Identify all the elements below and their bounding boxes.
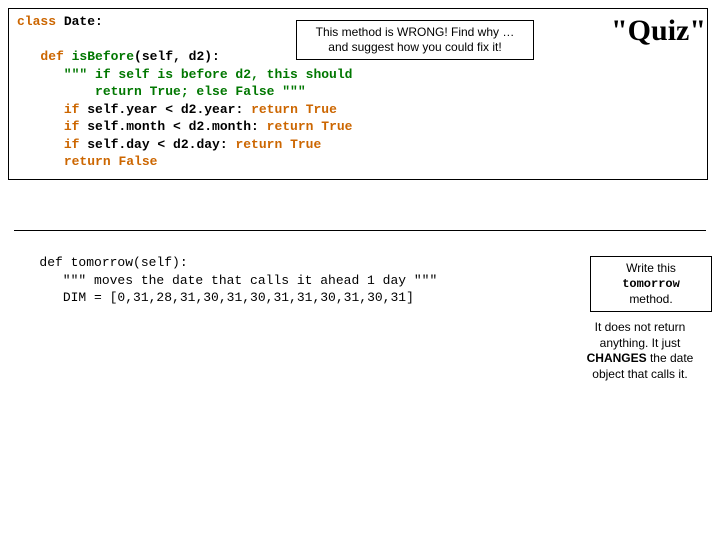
class-name: Date: <box>56 14 103 29</box>
code-block-tomorrow: def tomorrow(self): """ moves the date t… <box>8 250 584 315</box>
callout-wrong-method: This method is WRONG! Find why … and sug… <box>296 20 534 60</box>
callout-line: This method is WRONG! Find why … <box>305 25 525 40</box>
docstring-line: """ moves the date that calls it ahead 1… <box>16 273 437 288</box>
quiz-title: "Quiz" <box>611 14 706 48</box>
docstring-line: return True; else False """ <box>17 84 306 99</box>
fn-tomorrow: tomorrow <box>71 255 133 270</box>
kw-def: def <box>40 49 63 64</box>
fn-isbefore: isBefore <box>72 49 134 64</box>
callout-write-tomorrow: Write this tomorrow method. <box>590 256 712 312</box>
kw-class: class <box>17 14 56 29</box>
kw-def: def <box>39 255 62 270</box>
callout-line: and suggest how you could fix it! <box>305 40 525 55</box>
callout-line: Write this <box>599 261 703 276</box>
callout-line: tomorrow method. <box>599 276 703 307</box>
docstring-line: """ if self is before d2, this should <box>17 67 352 82</box>
note-changes: It does not return anything. It just CHA… <box>570 320 710 382</box>
dim-list: [0,31,28,31,30,31,30,31,31,30,31,30,31] <box>110 290 414 305</box>
divider <box>14 230 706 231</box>
